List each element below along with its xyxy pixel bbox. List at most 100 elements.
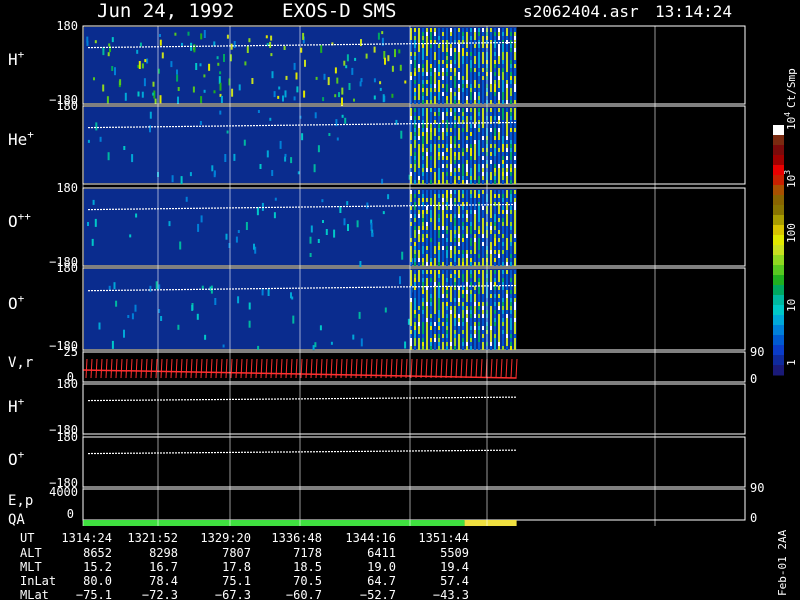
spectro-cell xyxy=(470,60,472,64)
spectro-cell xyxy=(470,198,472,202)
trace-dot xyxy=(481,396,483,398)
spectro-cell xyxy=(490,330,492,334)
ephem-cell: 64.7 xyxy=(367,574,396,588)
trace-dot xyxy=(508,449,510,451)
trace-dot xyxy=(154,46,156,48)
spectro-cell xyxy=(514,230,516,234)
spectro-cell xyxy=(474,190,476,194)
speckle xyxy=(269,117,272,121)
trace-dot xyxy=(268,206,270,208)
trace-dot xyxy=(355,205,357,207)
spectro-cell xyxy=(470,128,472,132)
spectro-cell xyxy=(494,290,496,294)
trace-dot xyxy=(169,289,171,291)
spectro-cell xyxy=(426,160,428,164)
spectro-cell xyxy=(474,156,476,160)
spectro-cell xyxy=(498,346,500,350)
spectro-cell xyxy=(462,136,464,140)
spectro-cell xyxy=(414,310,416,314)
speckle xyxy=(391,65,394,72)
spectro-cell xyxy=(474,52,476,56)
speckle xyxy=(102,84,105,92)
spectro-cell xyxy=(422,270,424,274)
spectro-cell xyxy=(458,314,460,318)
spectro-cell xyxy=(494,40,496,44)
spectro-cell xyxy=(490,314,492,318)
spectro-cell xyxy=(466,338,468,342)
spectro-cell xyxy=(474,128,476,132)
spectro-cell xyxy=(494,326,496,330)
spectro-cell xyxy=(478,210,480,214)
trace-dot xyxy=(307,398,309,400)
spectro-cell xyxy=(514,302,516,306)
spectro-cell xyxy=(498,96,500,100)
speckle xyxy=(290,157,293,164)
spectro-cell xyxy=(474,258,476,262)
trace-dot xyxy=(277,398,279,400)
qa-yellow xyxy=(464,520,517,526)
spectro-cell xyxy=(514,346,516,350)
colorbar-swatch xyxy=(773,325,784,336)
trace-dot xyxy=(187,288,189,291)
trace-dot xyxy=(382,205,384,207)
trace-dot xyxy=(370,43,372,45)
spectro-cell xyxy=(462,64,464,68)
spectro-cell xyxy=(506,306,508,310)
speckle xyxy=(204,334,207,340)
speckle xyxy=(314,342,317,348)
speckle xyxy=(146,58,149,64)
spectro-cell xyxy=(502,60,504,64)
spectro-cell xyxy=(506,116,508,120)
trace-dot xyxy=(469,449,471,452)
spectro-cell xyxy=(498,120,500,124)
trace-dot xyxy=(115,399,117,401)
trace-dot xyxy=(142,399,144,401)
spectro-cell xyxy=(422,282,424,286)
spectro-cell xyxy=(462,52,464,56)
spectro-cell xyxy=(414,108,416,112)
spectro-cell xyxy=(418,318,420,322)
spectro-cell xyxy=(446,270,448,274)
trace-dot xyxy=(103,289,105,292)
trace-dot xyxy=(499,122,501,124)
spectro-cell xyxy=(482,92,484,96)
spectro-cell xyxy=(450,330,452,334)
trace-dot xyxy=(358,43,360,45)
spectro-cell xyxy=(470,32,472,36)
speckle xyxy=(92,199,95,205)
spectro-cell xyxy=(430,76,432,80)
trace-dot xyxy=(259,398,261,400)
trace-dot xyxy=(184,288,186,291)
spectro-cell xyxy=(514,206,516,210)
spectro-cell xyxy=(438,132,440,136)
spectro-cell xyxy=(426,32,428,36)
spectro-cell xyxy=(450,290,452,294)
spectro-cell xyxy=(458,128,460,132)
spectro-cell xyxy=(478,254,480,258)
spectro-cell xyxy=(454,72,456,76)
spectro-cell xyxy=(482,218,484,222)
spectro-cell xyxy=(510,68,512,72)
spectro-cell xyxy=(514,270,516,274)
speckle xyxy=(87,222,89,226)
trace-dot xyxy=(385,450,387,452)
trace-dot xyxy=(442,204,444,206)
spectro-cell xyxy=(466,28,468,32)
trace-dot xyxy=(484,122,486,124)
spectro-cell xyxy=(450,96,452,100)
trace-dot xyxy=(328,44,330,46)
trace-dot xyxy=(154,289,156,291)
spectro-cell xyxy=(466,214,468,218)
spectro-cell xyxy=(482,156,484,160)
spectro-cell xyxy=(494,298,496,302)
spectro-cell xyxy=(478,294,480,298)
spectro-cell xyxy=(454,206,456,210)
spectro-cell xyxy=(414,144,416,148)
spectro-cell xyxy=(454,36,456,40)
trace-dot xyxy=(319,44,321,46)
spectro-cell xyxy=(422,52,424,56)
spectro-cell xyxy=(414,160,416,164)
speckle xyxy=(310,225,313,233)
ephem-cell: −72.3 xyxy=(142,588,178,600)
trace-dot xyxy=(343,397,345,400)
